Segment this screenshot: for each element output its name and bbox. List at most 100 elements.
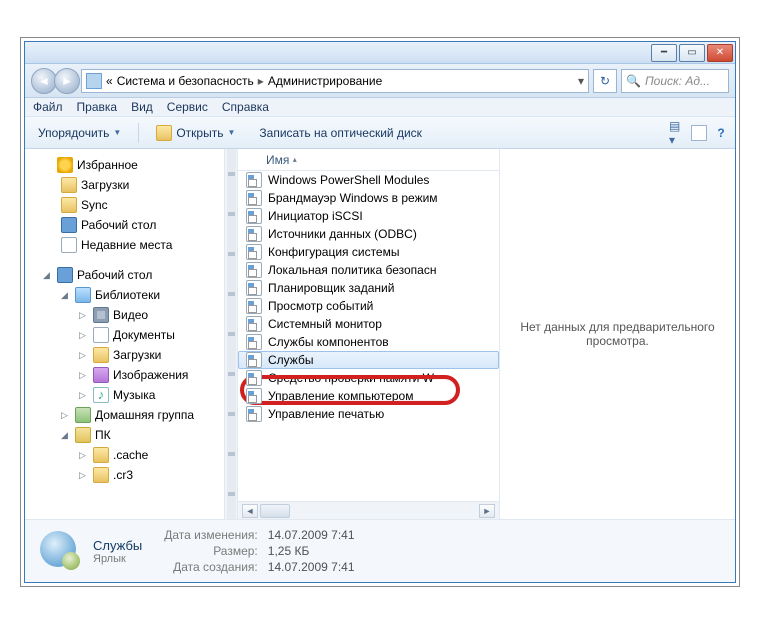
list-item[interactable]: Просмотр событий [238, 297, 499, 315]
column-header-name[interactable]: Имя ▴ [238, 149, 499, 171]
breadcrumb-sep-icon: ▸ [258, 74, 264, 88]
tree-downloads[interactable]: Загрузки [25, 175, 224, 195]
tree-recent[interactable]: Недавние места [25, 235, 224, 255]
shortcut-icon [246, 190, 262, 206]
breadcrumb-item[interactable]: Система и безопасность [117, 74, 254, 88]
tree-desktop[interactable]: ◢Рабочий стол [25, 265, 224, 285]
date-modified-label: Дата изменения: [164, 528, 258, 542]
menu-help[interactable]: Справка [222, 100, 269, 114]
tree-downloads2[interactable]: ▷Загрузки [25, 345, 224, 365]
document-icon [93, 327, 109, 343]
list-item-label: Конфигурация системы [268, 245, 399, 259]
menu-view[interactable]: Вид [131, 100, 153, 114]
list-item-label: Системный монитор [268, 317, 382, 331]
horizontal-scrollbar[interactable]: ◄ ► [238, 501, 499, 519]
music-icon: ♪ [93, 387, 109, 403]
tree-sync[interactable]: Sync [25, 195, 224, 215]
list-item[interactable]: Windows PowerShell Modules [238, 171, 499, 189]
shortcut-icon [246, 244, 262, 260]
file-list: Имя ▴ Windows PowerShell ModulesБрандмау… [238, 149, 499, 519]
list-item-label: Локальная политика безопасн [268, 263, 436, 277]
chevron-down-icon: ▼ [227, 128, 235, 137]
list-item[interactable]: Службы [238, 351, 499, 369]
list-item[interactable]: Конфигурация системы [238, 243, 499, 261]
folder-icon [93, 447, 109, 463]
list-item[interactable]: Управление компьютером [238, 387, 499, 405]
scroll-thumb[interactable] [260, 504, 290, 518]
shortcut-icon [246, 172, 262, 188]
pc-icon [75, 427, 91, 443]
list-item[interactable]: Службы компонентов [238, 333, 499, 351]
list-item[interactable]: Системный монитор [238, 315, 499, 333]
scroll-left-button[interactable]: ◄ [242, 504, 258, 518]
tree-pc[interactable]: ◢ПК [25, 425, 224, 445]
refresh-button[interactable]: ↻ [593, 69, 617, 93]
close-button[interactable]: ✕ [707, 44, 733, 62]
search-box[interactable]: 🔍 Поиск: Ад... [621, 69, 729, 93]
list-item[interactable]: Управление печатью [238, 405, 499, 423]
forward-button[interactable]: ► [54, 68, 80, 94]
open-button[interactable]: Открыть ▼ [149, 122, 242, 144]
preview-pane-button[interactable] [691, 125, 707, 141]
tree-desktop-fav[interactable]: Рабочий стол [25, 215, 224, 235]
date-modified-value: 14.07.2009 7:41 [268, 528, 355, 542]
tree-cr3[interactable]: ▷.cr3 [25, 465, 224, 485]
burn-label: Записать на оптический диск [259, 126, 422, 140]
organize-label: Упорядочить [38, 126, 109, 140]
sort-indicator-icon: ▴ [293, 155, 297, 164]
list-item[interactable]: Локальная политика безопасн [238, 261, 499, 279]
tree-cache[interactable]: ▷.cache [25, 445, 224, 465]
splitter[interactable] [225, 149, 238, 519]
list-item-label: Инициатор iSCSI [268, 209, 363, 223]
shortcut-icon [246, 280, 262, 296]
list-item[interactable]: Средство проверки памяти W [238, 369, 499, 387]
folder-icon [61, 197, 77, 213]
tree-music[interactable]: ▷♪Музыка [25, 385, 224, 405]
explorer-window: ━ ▭ ✕ ◄ ► « Система и безопасность ▸ Адм… [24, 41, 736, 583]
view-mode-button[interactable]: ▤ ▾ [669, 125, 685, 141]
search-placeholder: Поиск: Ад... [645, 74, 710, 88]
tree-pictures[interactable]: ▷Изображения [25, 365, 224, 385]
star-icon [57, 157, 73, 173]
list-item[interactable]: Планировщик заданий [238, 279, 499, 297]
open-icon [156, 125, 172, 141]
folder-icon [93, 467, 109, 483]
desktop-icon [61, 217, 77, 233]
maximize-button[interactable]: ▭ [679, 44, 705, 62]
menu-file[interactable]: Файл [33, 100, 63, 114]
list-item[interactable]: Источники данных (ODBC) [238, 225, 499, 243]
list-item[interactable]: Инициатор iSCSI [238, 207, 499, 225]
tree-favorites[interactable]: Избранное [25, 155, 224, 175]
toolbar: Упорядочить ▼ Открыть ▼ Записать на опти… [25, 117, 735, 149]
list-item-label: Просмотр событий [268, 299, 373, 313]
size-label: Размер: [164, 544, 258, 558]
tree-homegroup[interactable]: ▷Домашняя группа [25, 405, 224, 425]
burn-button[interactable]: Записать на оптический диск [252, 123, 429, 143]
shortcut-icon [246, 262, 262, 278]
recent-icon [61, 237, 77, 253]
tree-documents[interactable]: ▷Документы [25, 325, 224, 345]
breadcrumb-item[interactable]: Администрирование [268, 74, 382, 88]
location-icon [86, 73, 102, 89]
shortcut-icon [246, 298, 262, 314]
list-item[interactable]: Брандмауэр Windows в режим [238, 189, 499, 207]
list-body[interactable]: Windows PowerShell ModulesБрандмауэр Win… [238, 171, 499, 501]
tree-videos[interactable]: ▷Видео [25, 305, 224, 325]
list-item-label: Источники данных (ODBC) [268, 227, 417, 241]
content-area: Избранное Загрузки Sync Рабочий стол Нед… [25, 149, 735, 519]
nav-tree[interactable]: Избранное Загрузки Sync Рабочий стол Нед… [25, 149, 225, 519]
organize-button[interactable]: Упорядочить ▼ [31, 123, 128, 143]
details-filename: Службы [93, 538, 142, 553]
tree-libraries[interactable]: ◢Библиотеки [25, 285, 224, 305]
minimize-button[interactable]: ━ [651, 44, 677, 62]
menu-edit[interactable]: Правка [77, 100, 118, 114]
help-button[interactable]: ? [713, 125, 729, 141]
scroll-right-button[interactable]: ► [479, 504, 495, 518]
folder-icon [93, 347, 109, 363]
address-dropdown-icon[interactable]: ▾ [578, 74, 584, 88]
details-filetype: Ярлык [93, 553, 142, 565]
list-item-label: Службы [268, 353, 313, 367]
list-item-label: Планировщик заданий [268, 281, 394, 295]
address-bar[interactable]: « Система и безопасность ▸ Администриров… [81, 69, 589, 93]
menu-tools[interactable]: Сервис [167, 100, 208, 114]
